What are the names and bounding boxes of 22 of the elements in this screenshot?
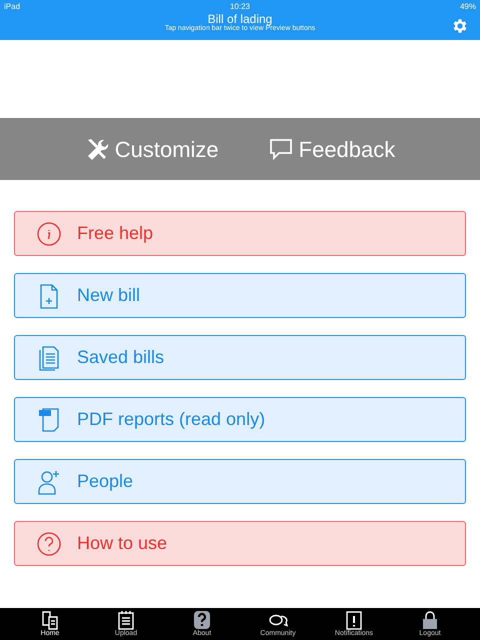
menu-button[interactable]: Saved bills: [14, 335, 466, 380]
feedback-button[interactable]: Feedback: [268, 132, 396, 166]
customize-button[interactable]: Customize: [84, 132, 219, 166]
alert-board-icon: [344, 610, 364, 630]
speech-bubble-icon: [268, 138, 293, 160]
add-person-icon: [37, 468, 61, 494]
menu-button[interactable]: New bill: [14, 273, 466, 318]
pdf-file-icon: [37, 406, 61, 432]
settings-icon[interactable]: [451, 17, 469, 35]
menu-button[interactable]: PDF reports (read only): [14, 397, 466, 442]
menu-button[interactable]: People: [14, 459, 466, 504]
window-title: Bill of lading: [208, 13, 272, 25]
menu-button[interactable]: Free help: [14, 211, 466, 256]
device-name: iPad: [4, 0, 20, 12]
padlock-icon: [420, 610, 440, 630]
info-icon: [37, 220, 61, 246]
documents-icon: [37, 344, 61, 370]
help-icon: [37, 530, 61, 556]
clock: 10:23: [230, 0, 250, 12]
menu-button[interactable]: How to use: [14, 521, 466, 566]
notepad-icon: [116, 610, 136, 630]
battery-level: 49%: [460, 0, 476, 12]
